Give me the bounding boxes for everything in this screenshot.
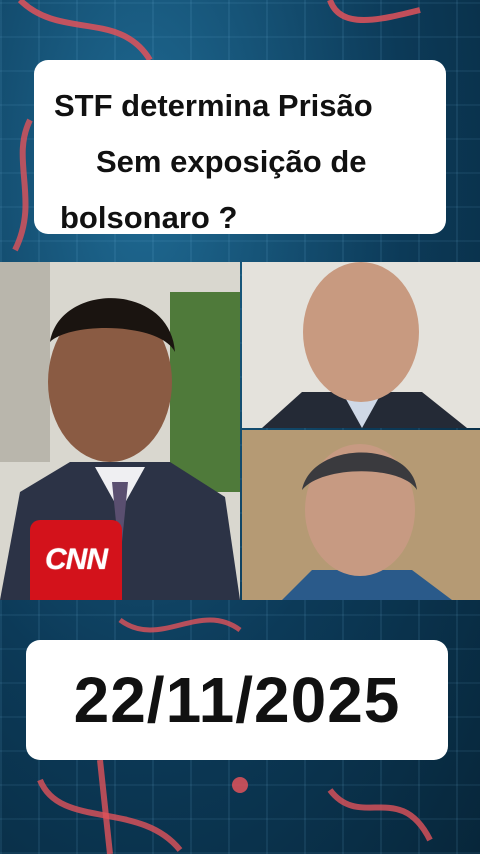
headline-line-2: Sem exposição de [96, 144, 367, 179]
judge-photo [242, 262, 480, 428]
headline-line-3: bolsonaro ? [60, 200, 238, 235]
headline-line-1: STF determina Prisão [54, 88, 373, 123]
cnn-microphone-logo: CNN [30, 520, 122, 600]
cnn-logo-text: CNN [45, 543, 108, 576]
judge-illustration [242, 262, 480, 428]
ex-president-illustration [242, 430, 480, 600]
date-box: 22/11/2025 [26, 640, 448, 760]
date-text: 22/11/2025 [73, 664, 401, 736]
headline-box: STF determina Prisão Sem exposição de bo… [34, 60, 446, 235]
ex-president-photo [242, 430, 480, 600]
